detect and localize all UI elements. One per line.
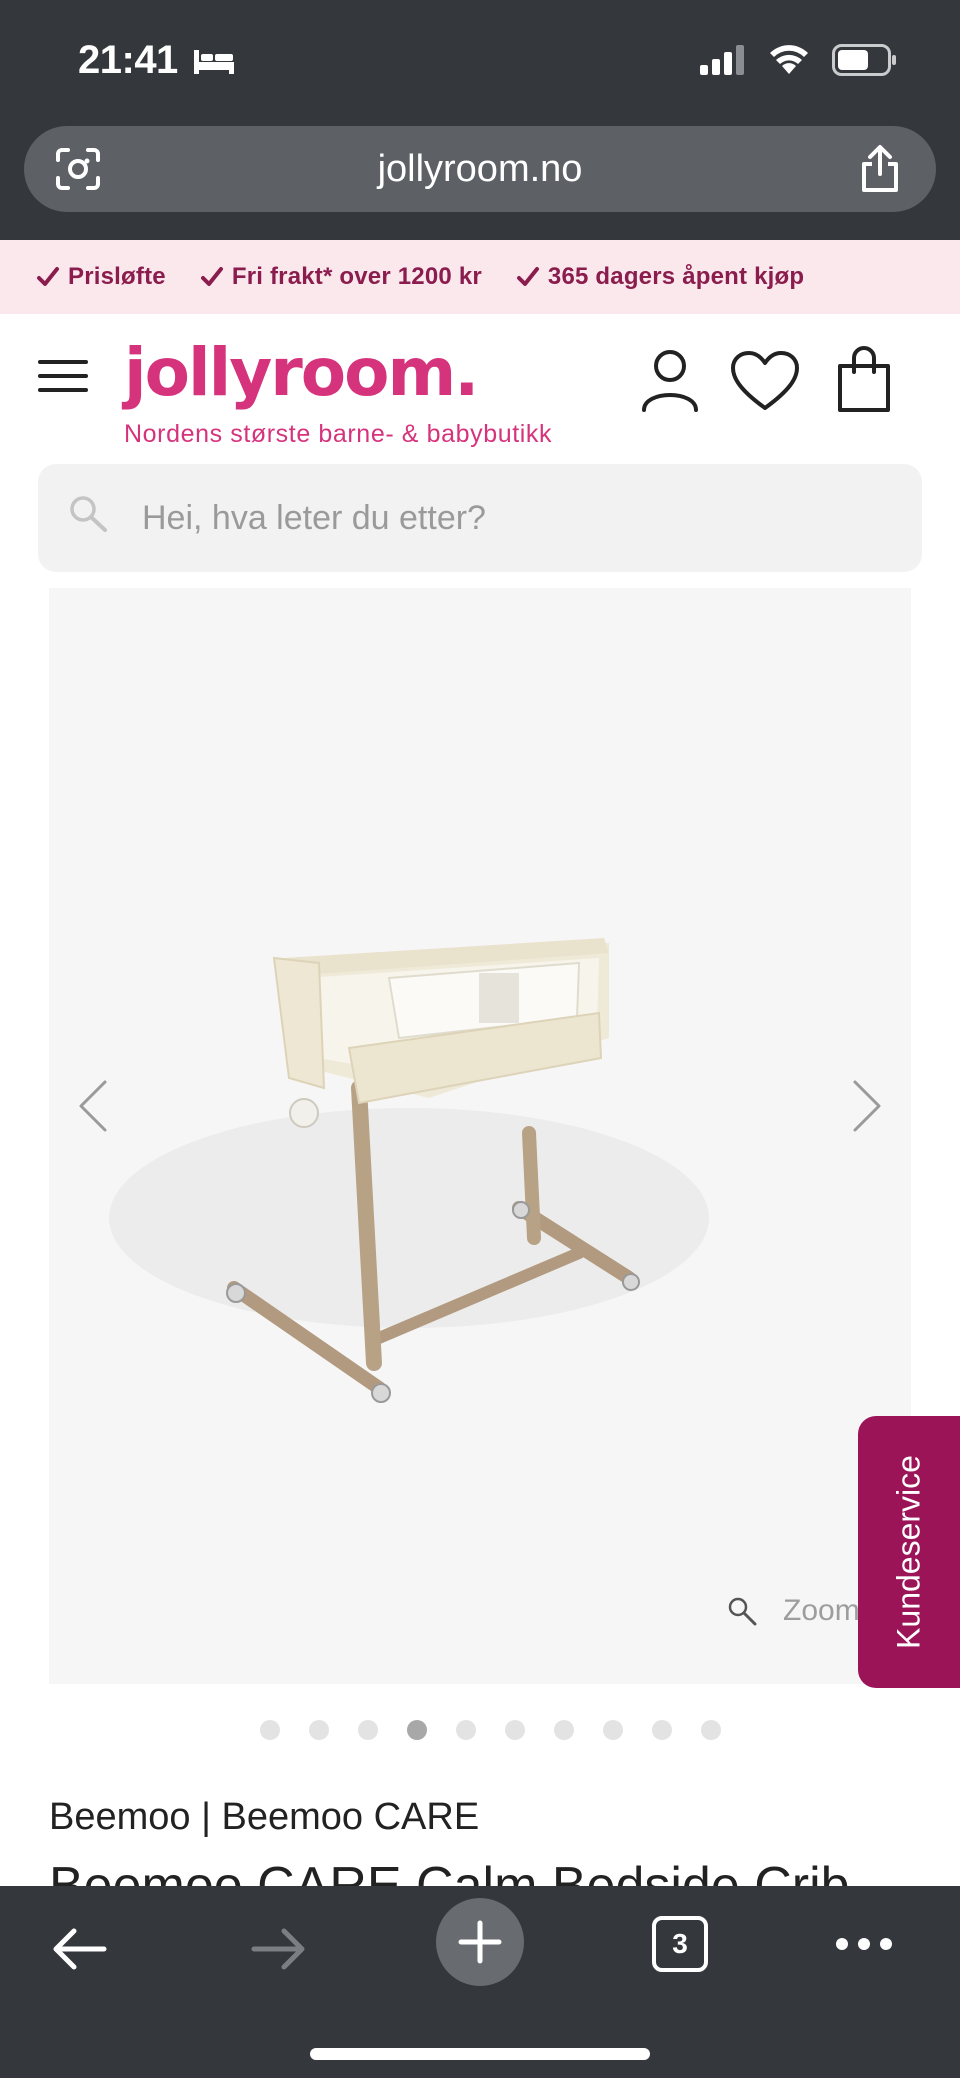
check-icon — [200, 267, 223, 286]
product-brand[interactable]: Beemoo | Beemoo CARE — [49, 1796, 479, 1839]
pagination-dot[interactable] — [309, 1720, 329, 1740]
pagination-dot[interactable] — [358, 1720, 378, 1740]
magnifier-icon — [728, 1597, 757, 1626]
pagination-dot-active[interactable] — [407, 1720, 427, 1740]
status-icons — [700, 44, 898, 76]
customer-service-label[interactable]: Kundeservice — [891, 1455, 928, 1649]
wishlist-heart-icon[interactable] — [730, 350, 800, 412]
wifi-icon — [770, 45, 808, 74]
shopping-bag-icon[interactable] — [836, 346, 892, 414]
forward-arrow-icon[interactable] — [250, 1926, 308, 1972]
pagination-dot[interactable] — [456, 1720, 476, 1740]
home-indicator — [310, 2048, 650, 2060]
product-image-bedside-crib — [109, 938, 709, 1403]
pagination-dot[interactable] — [260, 1720, 280, 1740]
search-bar[interactable] — [38, 464, 922, 572]
signal-icon — [700, 45, 744, 75]
pagination-dot[interactable] — [554, 1720, 574, 1740]
usp-label: Prisløfte — [68, 263, 166, 290]
usp-label: Fri frakt* over 1200 kr — [231, 263, 482, 290]
zoom-button[interactable]: Zoom — [727, 1594, 860, 1628]
usp-item: Fri frakt* over 1200 kr — [200, 263, 482, 291]
pagination-dot[interactable] — [652, 1720, 672, 1740]
pagination-dot[interactable] — [603, 1720, 623, 1740]
share-icon[interactable] — [858, 144, 902, 194]
search-icon — [70, 496, 107, 532]
usp-label: 365 dagers åpent kjøp — [547, 263, 805, 290]
zoom-label[interactable]: Zoom — [783, 1594, 860, 1628]
usp-item: 365 dagers åpent kjøp — [516, 263, 804, 291]
more-icon[interactable] — [834, 1936, 894, 1952]
browser-bottom-toolbar: 3 — [0, 1886, 960, 2078]
search-input[interactable] — [142, 464, 882, 572]
url-text[interactable]: jollyroom.no — [24, 148, 936, 191]
tabs-button[interactable]: 3 — [652, 1916, 708, 1972]
chevron-left-icon[interactable] — [73, 1078, 113, 1134]
status-time: 21:41 — [78, 38, 178, 82]
product-image-gallery[interactable]: Zoom — [49, 588, 911, 1684]
customer-service-tab[interactable]: Kundeservice — [858, 1416, 960, 1688]
usp-strip: Prisløfte Fri frakt* over 1200 kr 365 da… — [0, 240, 960, 314]
account-icon[interactable] — [640, 348, 700, 412]
chevron-right-icon[interactable] — [847, 1078, 887, 1134]
plus-icon — [458, 1920, 502, 1964]
check-icon — [516, 267, 539, 286]
pagination-dot[interactable] — [701, 1720, 721, 1740]
pagination-dot[interactable] — [505, 1720, 525, 1740]
bed-icon — [194, 50, 234, 74]
address-bar[interactable]: jollyroom.no — [24, 126, 936, 212]
gallery-pagination[interactable] — [260, 1720, 721, 1740]
site-logo[interactable]: jollyroom. — [124, 334, 479, 411]
usp-item: Prisløfte — [36, 263, 166, 291]
hamburger-menu-icon[interactable] — [38, 358, 88, 394]
check-icon — [37, 267, 59, 286]
site-tagline: Nordens største barne- & babybutikk — [124, 420, 553, 448]
browser-top-chrome: 21:41 jollyroom.no — [0, 0, 960, 240]
battery-icon — [832, 44, 896, 76]
new-tab-button[interactable] — [436, 1898, 524, 1986]
back-arrow-icon[interactable] — [50, 1926, 108, 1972]
